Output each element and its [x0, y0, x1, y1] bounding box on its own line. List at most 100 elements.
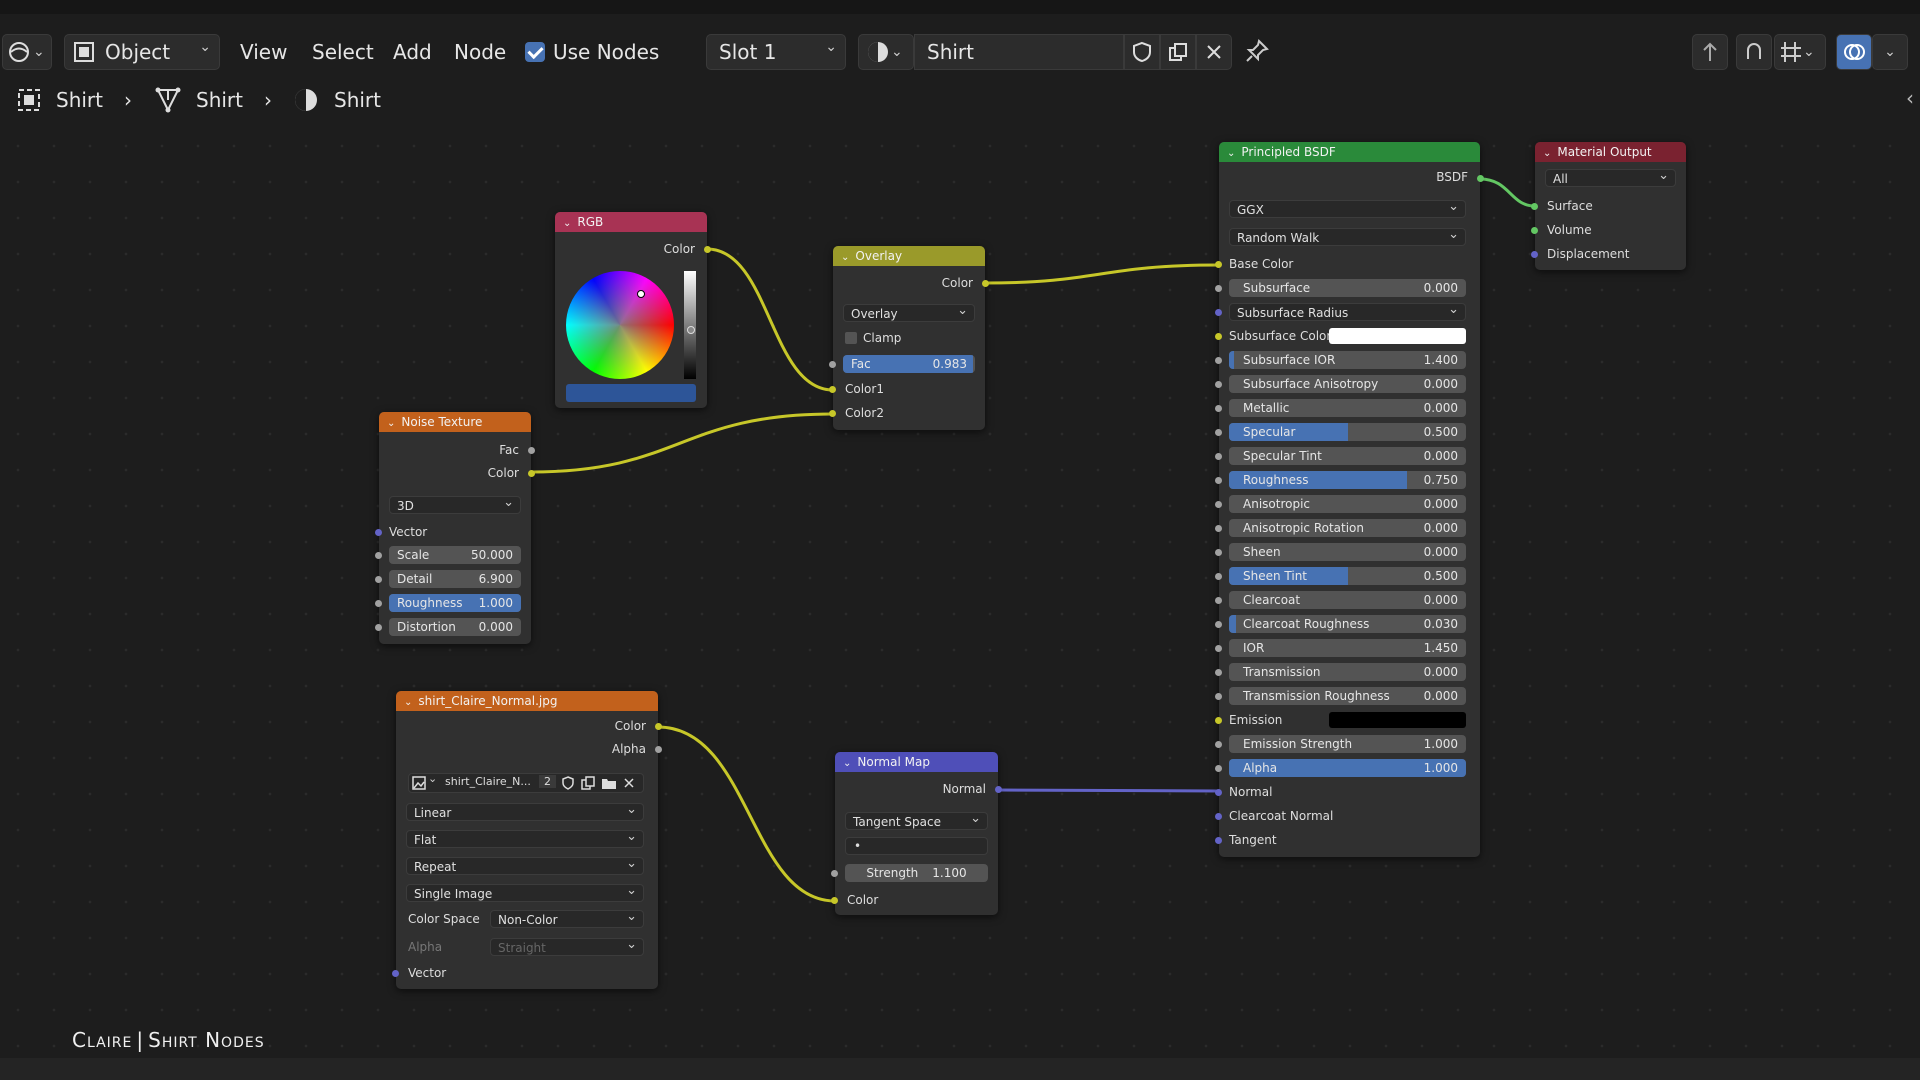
- collapse-icon[interactable]: ⌄: [563, 218, 571, 229]
- unlink-material-button[interactable]: [1196, 34, 1232, 70]
- bsdf-clearcoat-normal-socket[interactable]: [1215, 813, 1222, 820]
- base-color-socket[interactable]: [1215, 261, 1222, 268]
- node-header[interactable]: ⌄ Overlay: [833, 246, 985, 266]
- image-selector[interactable]: ⌄ shirt_Claire_N... 2: [408, 772, 644, 793]
- use-nodes-checkbox[interactable]: [525, 42, 545, 62]
- material-browse-button[interactable]: ⌄: [858, 34, 914, 70]
- collapse-icon[interactable]: ⌄: [1543, 148, 1551, 159]
- bsdf-roughness-socket[interactable]: [1215, 477, 1222, 484]
- collapse-icon[interactable]: ⌄: [387, 418, 395, 429]
- extension-dropdown[interactable]: Repeat: [406, 857, 644, 875]
- output-color-socket[interactable]: [655, 723, 662, 730]
- bsdf-input-specular[interactable]: Specular 0.500: [1229, 423, 1466, 441]
- bsdf-input-emission[interactable]: Emission: [1229, 711, 1466, 729]
- space-dropdown[interactable]: Tangent Space: [845, 812, 988, 830]
- noise-field-distortion[interactable]: Distortion 0.000: [389, 618, 521, 636]
- menu-add[interactable]: Add: [393, 36, 432, 68]
- overlays-button[interactable]: [1836, 34, 1872, 70]
- vector-socket[interactable]: [375, 529, 382, 536]
- bsdf-ior-socket[interactable]: [1215, 645, 1222, 652]
- dimensions-dropdown[interactable]: 3D: [389, 496, 521, 514]
- normal-map-node[interactable]: ⌄ Normal Map Normal Tangent Space • Stren…: [831, 752, 1002, 915]
- bsdf-input-clearcoat-roughness[interactable]: Clearcoat Roughness 0.030: [1229, 615, 1466, 633]
- overlays-dropdown[interactable]: ⌄: [1872, 34, 1908, 70]
- noise-texture-node[interactable]: ⌄ Noise Texture Fac Color 3D Vector Scale…: [375, 412, 535, 644]
- sidebar-toggle-icon[interactable]: ‹: [1906, 86, 1914, 110]
- surface-socket[interactable]: [1531, 203, 1538, 210]
- collapse-icon[interactable]: ⌄: [843, 758, 851, 769]
- strength-socket[interactable]: [831, 870, 838, 877]
- bsdf-anisotropic-socket[interactable]: [1215, 501, 1222, 508]
- strength-field[interactable]: Strength 1.100: [845, 864, 988, 882]
- bsdf-anisotropic-rotation-socket[interactable]: [1215, 525, 1222, 532]
- color-wheel-cursor[interactable]: [637, 290, 645, 298]
- node-header[interactable]: ⌄ Normal Map: [835, 752, 998, 772]
- folder-icon[interactable]: [601, 776, 617, 790]
- bsdf-input-emission-strength[interactable]: Emission Strength 1.000: [1229, 735, 1466, 753]
- output-fac-socket[interactable]: [528, 447, 535, 454]
- source-dropdown[interactable]: Single Image: [406, 884, 644, 902]
- bsdf-specular-tint-socket[interactable]: [1215, 453, 1222, 460]
- output-color-socket[interactable]: [982, 280, 989, 287]
- output-bsdf-socket[interactable]: [1477, 175, 1484, 182]
- pin-icon[interactable]: [1244, 38, 1270, 64]
- duplicate-material-button[interactable]: [1160, 34, 1196, 70]
- color-swatch[interactable]: [1329, 712, 1466, 728]
- bsdf-input-sheen[interactable]: Sheen 0.000: [1229, 543, 1466, 561]
- parent-node-tree-button[interactable]: [1692, 34, 1728, 70]
- noise-distortion-socket[interactable]: [375, 624, 382, 631]
- node-header[interactable]: ⌄ Material Output: [1535, 142, 1686, 162]
- rgb-node[interactable]: ⌄ RGB Color: [555, 212, 711, 408]
- noise-scale-socket[interactable]: [375, 552, 382, 559]
- color1-socket[interactable]: [829, 386, 836, 393]
- material-output-node[interactable]: ⌄ Material Output All Surface Volume Disp…: [1531, 142, 1686, 270]
- color-swatch[interactable]: [566, 384, 696, 402]
- fake-user-button[interactable]: [1124, 34, 1160, 70]
- distribution-dropdown[interactable]: GGX: [1229, 200, 1466, 218]
- bsdf-emission-strength-socket[interactable]: [1215, 741, 1222, 748]
- bsdf-input-anisotropic-rotation[interactable]: Anisotropic Rotation 0.000: [1229, 519, 1466, 537]
- bsdf-input-subsurface-color[interactable]: Subsurface Color: [1229, 327, 1466, 345]
- bsdf-emission-socket[interactable]: [1215, 717, 1222, 724]
- interpolation-dropdown[interactable]: Linear: [406, 803, 644, 821]
- bsdf-input-specular-tint[interactable]: Specular Tint 0.000: [1229, 447, 1466, 465]
- bsdf-input-roughness[interactable]: Roughness 0.750: [1229, 471, 1466, 489]
- overlay-node[interactable]: ⌄ Overlay Color Overlay Clamp Fac 0.983 C…: [829, 246, 989, 430]
- bsdf-metallic-socket[interactable]: [1215, 405, 1222, 412]
- output-color-socket[interactable]: [528, 470, 535, 477]
- fac-field[interactable]: Fac 0.983: [843, 355, 975, 373]
- bsdf-input-sheen-tint[interactable]: Sheen Tint 0.500: [1229, 567, 1466, 585]
- bsdf-tangent-socket[interactable]: [1215, 837, 1222, 844]
- volume-socket[interactable]: [1531, 227, 1538, 234]
- close-icon[interactable]: [623, 777, 635, 789]
- target-dropdown[interactable]: All: [1545, 169, 1676, 187]
- noise-field-roughness[interactable]: Roughness 1.000: [389, 594, 521, 612]
- vector-socket[interactable]: [392, 970, 399, 977]
- menu-view[interactable]: View: [240, 36, 287, 68]
- output-color-socket[interactable]: [704, 246, 711, 253]
- bsdf-clearcoat-socket[interactable]: [1215, 597, 1222, 604]
- snap-button[interactable]: [1736, 34, 1772, 70]
- node-header[interactable]: ⌄ RGB: [555, 212, 707, 232]
- bsdf-subsurface-socket[interactable]: [1215, 285, 1222, 292]
- editor-type-button[interactable]: ⌄: [2, 34, 52, 70]
- image-texture-node[interactable]: ⌄ shirt_Claire_Normal.jpg Color Alpha ⌄ s…: [392, 691, 662, 989]
- mode-selector[interactable]: Object ⌄: [64, 34, 220, 70]
- bsdf-input-subsurface-radius[interactable]: Subsurface Radius: [1229, 303, 1466, 321]
- color2-socket[interactable]: [829, 410, 836, 417]
- bsdf-input-subsurface-anisotropy[interactable]: Subsurface Anisotropy 0.000: [1229, 375, 1466, 393]
- value-slider[interactable]: [684, 271, 696, 379]
- collapse-icon[interactable]: ⌄: [404, 697, 412, 708]
- image-icon[interactable]: [412, 776, 426, 790]
- color-swatch[interactable]: [1329, 328, 1466, 344]
- principled-bsdf-node[interactable]: ⌄ Principled BSDF BSDF GGX Random Walk Ba…: [1215, 142, 1484, 857]
- subsurface-method-dropdown[interactable]: Random Walk: [1229, 228, 1466, 246]
- projection-dropdown[interactable]: Flat: [406, 830, 644, 848]
- bsdf-subsurface-radius-socket[interactable]: [1215, 309, 1222, 316]
- bsdf-subsurface-ior-socket[interactable]: [1215, 357, 1222, 364]
- bsdf-sheen-socket[interactable]: [1215, 549, 1222, 556]
- color-socket[interactable]: [831, 897, 838, 904]
- menu-node[interactable]: Node: [454, 36, 506, 68]
- output-alpha-socket[interactable]: [655, 746, 662, 753]
- collapse-icon[interactable]: ⌄: [841, 252, 849, 263]
